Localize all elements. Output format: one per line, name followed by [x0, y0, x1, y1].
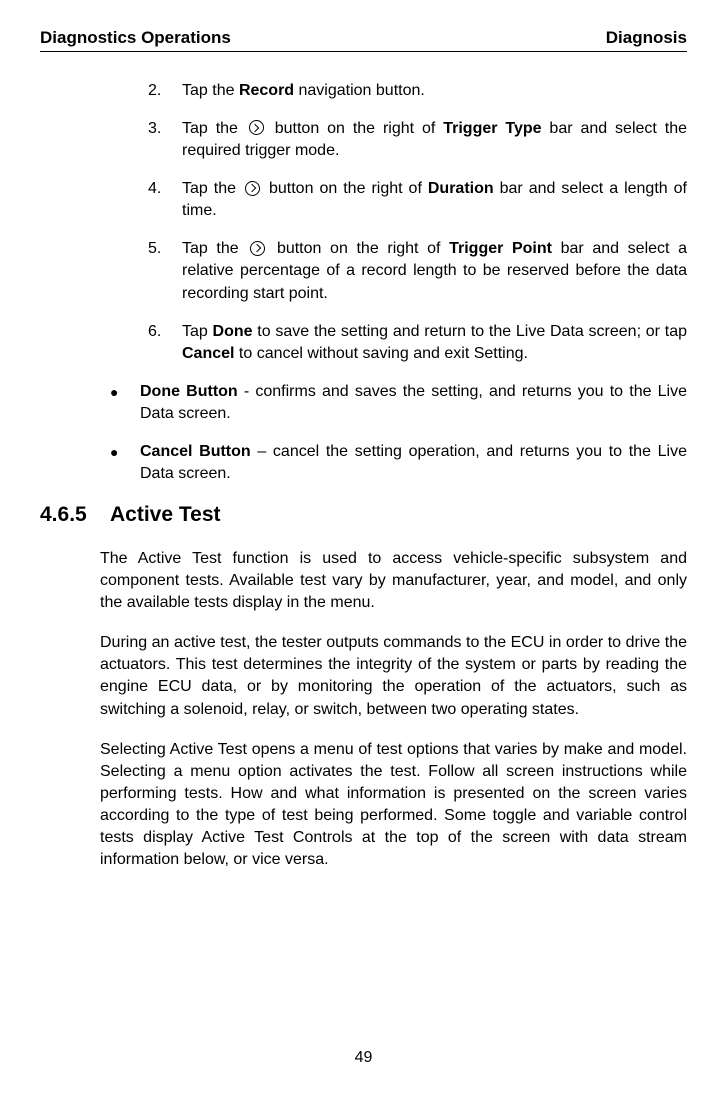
dropdown-arrow-icon	[249, 120, 264, 135]
page-number: 49	[0, 1049, 727, 1067]
text: Tap the	[182, 180, 242, 197]
bullet-body: Done Button - confirms and saves the set…	[140, 381, 687, 425]
step-number: 3.	[148, 118, 182, 162]
bullet-icon: ●	[110, 441, 140, 485]
paragraph: Selecting Active Test opens a menu of te…	[100, 739, 687, 871]
text: Tap	[182, 323, 213, 340]
paragraph: During an active test, the tester output…	[100, 632, 687, 720]
header-right: Diagnosis	[606, 28, 687, 48]
dropdown-arrow-icon	[245, 181, 260, 196]
bullet-body: Cancel Button – cancel the setting opera…	[140, 441, 687, 485]
bold-text: Done Button	[140, 383, 238, 400]
text: button on the right of	[263, 180, 428, 197]
step-2: 2. Tap the Record navigation button.	[100, 80, 687, 102]
section-heading: 4.6.5 Active Test	[40, 501, 687, 530]
text: to cancel without saving and exit Settin…	[234, 345, 528, 362]
paragraph: The Active Test function is used to acce…	[100, 548, 687, 614]
bold-text: Done	[213, 323, 253, 340]
bold-text: Record	[239, 82, 294, 99]
step-body: Tap Done to save the setting and return …	[182, 321, 687, 365]
bold-text: Cancel Button	[140, 443, 251, 460]
text: Tap the	[182, 120, 246, 137]
page-header: Diagnostics Operations Diagnosis	[40, 28, 687, 52]
step-body: Tap the button on the right of Trigger P…	[182, 238, 687, 304]
bold-text: Trigger Point	[449, 240, 552, 257]
bold-text: Cancel	[182, 345, 234, 362]
step-number: 4.	[148, 178, 182, 222]
step-body: Tap the button on the right of Trigger T…	[182, 118, 687, 162]
text: button on the right of	[267, 120, 443, 137]
header-left: Diagnostics Operations	[40, 28, 231, 48]
step-5: 5. Tap the button on the right of Trigge…	[100, 238, 687, 304]
step-3: 3. Tap the button on the right of Trigge…	[100, 118, 687, 162]
text: navigation button.	[294, 82, 425, 99]
dropdown-arrow-icon	[250, 241, 265, 256]
step-number: 6.	[148, 321, 182, 365]
text: Tap the	[182, 82, 239, 99]
step-number: 5.	[148, 238, 182, 304]
step-body: Tap the button on the right of Duration …	[182, 178, 687, 222]
step-4: 4. Tap the button on the right of Durati…	[100, 178, 687, 222]
bullet-done: ● Done Button - confirms and saves the s…	[100, 381, 687, 425]
step-6: 6. Tap Done to save the setting and retu…	[100, 321, 687, 365]
bold-text: Trigger Type	[443, 120, 541, 137]
text: to save the setting and return to the Li…	[253, 323, 687, 340]
section-number: 4.6.5	[40, 501, 110, 530]
page-content: 2. Tap the Record navigation button. 3. …	[40, 80, 687, 871]
bullet-cancel: ● Cancel Button – cancel the setting ope…	[100, 441, 687, 485]
bold-text: Duration	[428, 180, 494, 197]
text: Tap the	[182, 240, 247, 257]
section-title: Active Test	[110, 501, 221, 530]
step-body: Tap the Record navigation button.	[182, 80, 687, 102]
bullet-icon: ●	[110, 381, 140, 425]
step-number: 2.	[148, 80, 182, 102]
text: button on the right of	[268, 240, 449, 257]
